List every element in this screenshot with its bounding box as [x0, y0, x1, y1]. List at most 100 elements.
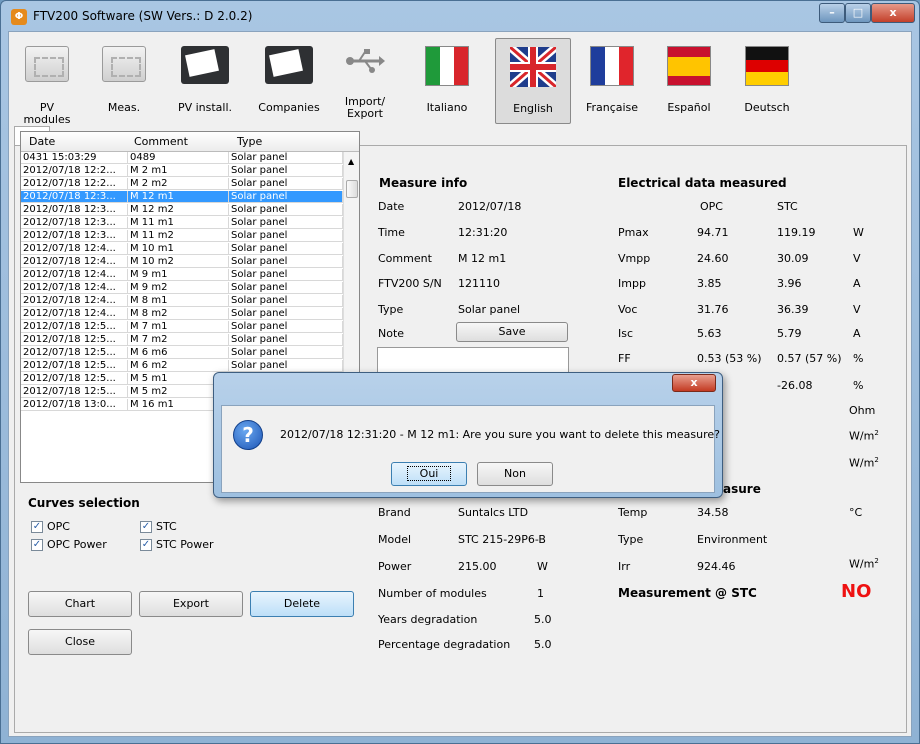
table-row[interactable]: 2012/07/18 12:4... M 8 m2 Solar panel [21, 308, 343, 320]
brand-value: Suntalcs LTD [458, 506, 529, 519]
save-button[interactable]: Save [456, 322, 568, 342]
elec-stc-value: 30.09 [777, 252, 809, 265]
table-row[interactable]: 2012/07/18 12:3... M 12 m1 Solar panel [21, 191, 343, 203]
cell-comment: M 2 m1 [128, 165, 229, 177]
cell-type: Solar panel [229, 256, 343, 268]
cell-comment: M 9 m2 [128, 282, 229, 294]
env-type-label: Type [618, 533, 644, 546]
table-row[interactable]: 2012/07/18 12:3... M 11 m1 Solar panel [21, 217, 343, 229]
table-row[interactable]: 2012/07/18 12:2... M 2 m2 Solar panel [21, 178, 343, 190]
dialog-close-button[interactable]: x [672, 374, 716, 392]
comment-label: Comment [378, 252, 432, 265]
meas-button[interactable]: Meas. [99, 38, 149, 124]
elec-stc-value: 5.79 [777, 327, 802, 340]
minimize-button[interactable]: – [819, 3, 845, 23]
table-row[interactable]: 2012/07/18 12:4... M 8 m1 Solar panel [21, 295, 343, 307]
cell-date: 2012/07/18 12:3... [21, 230, 128, 242]
modules-count-value: 1 [537, 587, 544, 600]
elec-label: Pmax [618, 226, 649, 239]
cell-type: Solar panel [229, 295, 343, 307]
companies-button[interactable]: Companies [254, 38, 324, 124]
english-label: English [513, 102, 553, 115]
pv-install-button[interactable]: PV install. [174, 38, 236, 124]
table-row[interactable]: 0431 15:03:29 0489 Solar panel [21, 152, 343, 164]
elec-unit: V [853, 303, 861, 316]
close-window-button[interactable]: x [871, 3, 915, 23]
column-header-type[interactable]: Type [237, 135, 262, 148]
elec-opc-value: 0.53 (53 %) [697, 352, 762, 365]
serial-number-label: FTV200 S/N [378, 277, 442, 290]
espanol-label: Español [667, 101, 711, 114]
cell-comment: M 7 m2 [128, 334, 229, 346]
cell-comment: M 12 m1 [128, 191, 229, 203]
elec-stc-value: 3.96 [777, 277, 802, 290]
chart-button[interactable]: Chart [28, 591, 132, 617]
espanol-button[interactable]: Español [659, 38, 719, 124]
companies-label: Companies [258, 101, 320, 114]
import-export-button[interactable]: Import/ Export [339, 38, 391, 124]
cell-type: Solar panel [229, 360, 343, 372]
opc-checkbox[interactable]: ✓ OPC [31, 520, 70, 534]
cell-type: Solar panel [229, 230, 343, 242]
table-row[interactable]: 2012/07/18 12:5... M 6 m6 Solar panel [21, 347, 343, 359]
yes-button[interactable]: Oui [391, 462, 467, 486]
elec-stc-value: 119.19 [777, 226, 816, 239]
elec-opc-value: 5.63 [697, 327, 722, 340]
cell-comment: M 2 m2 [128, 178, 229, 190]
scroll-up-icon[interactable]: ▲ [348, 157, 354, 166]
close-button[interactable]: Close [28, 629, 132, 655]
table-row[interactable]: 2012/07/18 12:5... M 6 m2 Solar panel [21, 360, 343, 372]
table-row[interactable]: 2012/07/18 12:4... M 9 m2 Solar panel [21, 282, 343, 294]
export-button[interactable]: Export [139, 591, 243, 617]
delete-button[interactable]: Delete [250, 591, 354, 617]
cell-type: Solar panel [229, 334, 343, 346]
cell-date: 2012/07/18 12:3... [21, 204, 128, 216]
table-row[interactable]: 2012/07/18 12:2... M 2 m1 Solar panel [21, 165, 343, 177]
electrical-data-title: Electrical data measured [618, 176, 787, 190]
no-button[interactable]: Non [477, 462, 553, 486]
table-row[interactable]: 2012/07/18 12:4... M 10 m2 Solar panel [21, 256, 343, 268]
italy-flag-icon [425, 46, 469, 86]
date-value: 2012/07/18 [458, 200, 522, 213]
column-header-date[interactable]: Date [29, 135, 55, 148]
main-window: Φ FTV200 Software (SW Vers.: D 2.0.2) – … [0, 0, 920, 744]
irr-unit: W/m2 [849, 557, 879, 571]
power-unit: W [537, 560, 548, 573]
elec-label: Impp [618, 277, 646, 290]
stc-checkbox[interactable]: ✓ STC [140, 520, 177, 534]
italiano-button[interactable]: Italiano [417, 38, 477, 124]
table-row[interactable]: 2012/07/18 12:4... M 9 m1 Solar panel [21, 269, 343, 281]
maximize-button[interactable]: □ [845, 3, 871, 23]
companies-icon [265, 46, 313, 84]
cell-date: 2012/07/18 12:4... [21, 256, 128, 268]
pv-modules-icon [25, 46, 69, 82]
measurement-stc-label: Measurement @ STC [618, 586, 757, 600]
date-label: Date [378, 200, 405, 213]
cell-type: Solar panel [229, 243, 343, 255]
opc-power-checkbox[interactable]: ✓ OPC Power [31, 538, 107, 552]
type-value: Solar panel [458, 303, 521, 316]
type-label: Type [378, 303, 404, 316]
cell-date: 2012/07/18 12:2... [21, 165, 128, 177]
table-row[interactable]: 2012/07/18 12:5... M 7 m2 Solar panel [21, 334, 343, 346]
curves-selection-title: Curves selection [28, 496, 140, 510]
irr-label: Irr [618, 560, 631, 573]
column-header-comment[interactable]: Comment [134, 135, 188, 148]
elec-label: Isc [618, 327, 634, 340]
francaise-button[interactable]: Française [579, 38, 645, 124]
table-row[interactable]: 2012/07/18 12:3... M 11 m2 Solar panel [21, 230, 343, 242]
cell-date: 2012/07/18 12:3... [21, 191, 128, 203]
cell-comment: M 11 m1 [128, 217, 229, 229]
english-button[interactable]: English [495, 38, 571, 124]
stc-power-checkbox[interactable]: ✓ STC Power [140, 538, 214, 552]
table-row[interactable]: 2012/07/18 12:3... M 12 m2 Solar panel [21, 204, 343, 216]
power-label: Power [378, 560, 412, 573]
scroll-thumb[interactable] [346, 180, 358, 198]
table-row[interactable]: 2012/07/18 12:5... M 7 m1 Solar panel [21, 321, 343, 333]
cell-date: 0431 15:03:29 [21, 152, 128, 164]
title-bar[interactable]: Φ FTV200 Software (SW Vers.: D 2.0.2) – … [1, 1, 919, 31]
cell-type: Solar panel [229, 347, 343, 359]
table-row[interactable]: 2012/07/18 12:4... M 10 m1 Solar panel [21, 243, 343, 255]
deutsch-button[interactable]: Deutsch [737, 38, 797, 124]
pv-modules-button[interactable]: PV modules [17, 38, 77, 126]
